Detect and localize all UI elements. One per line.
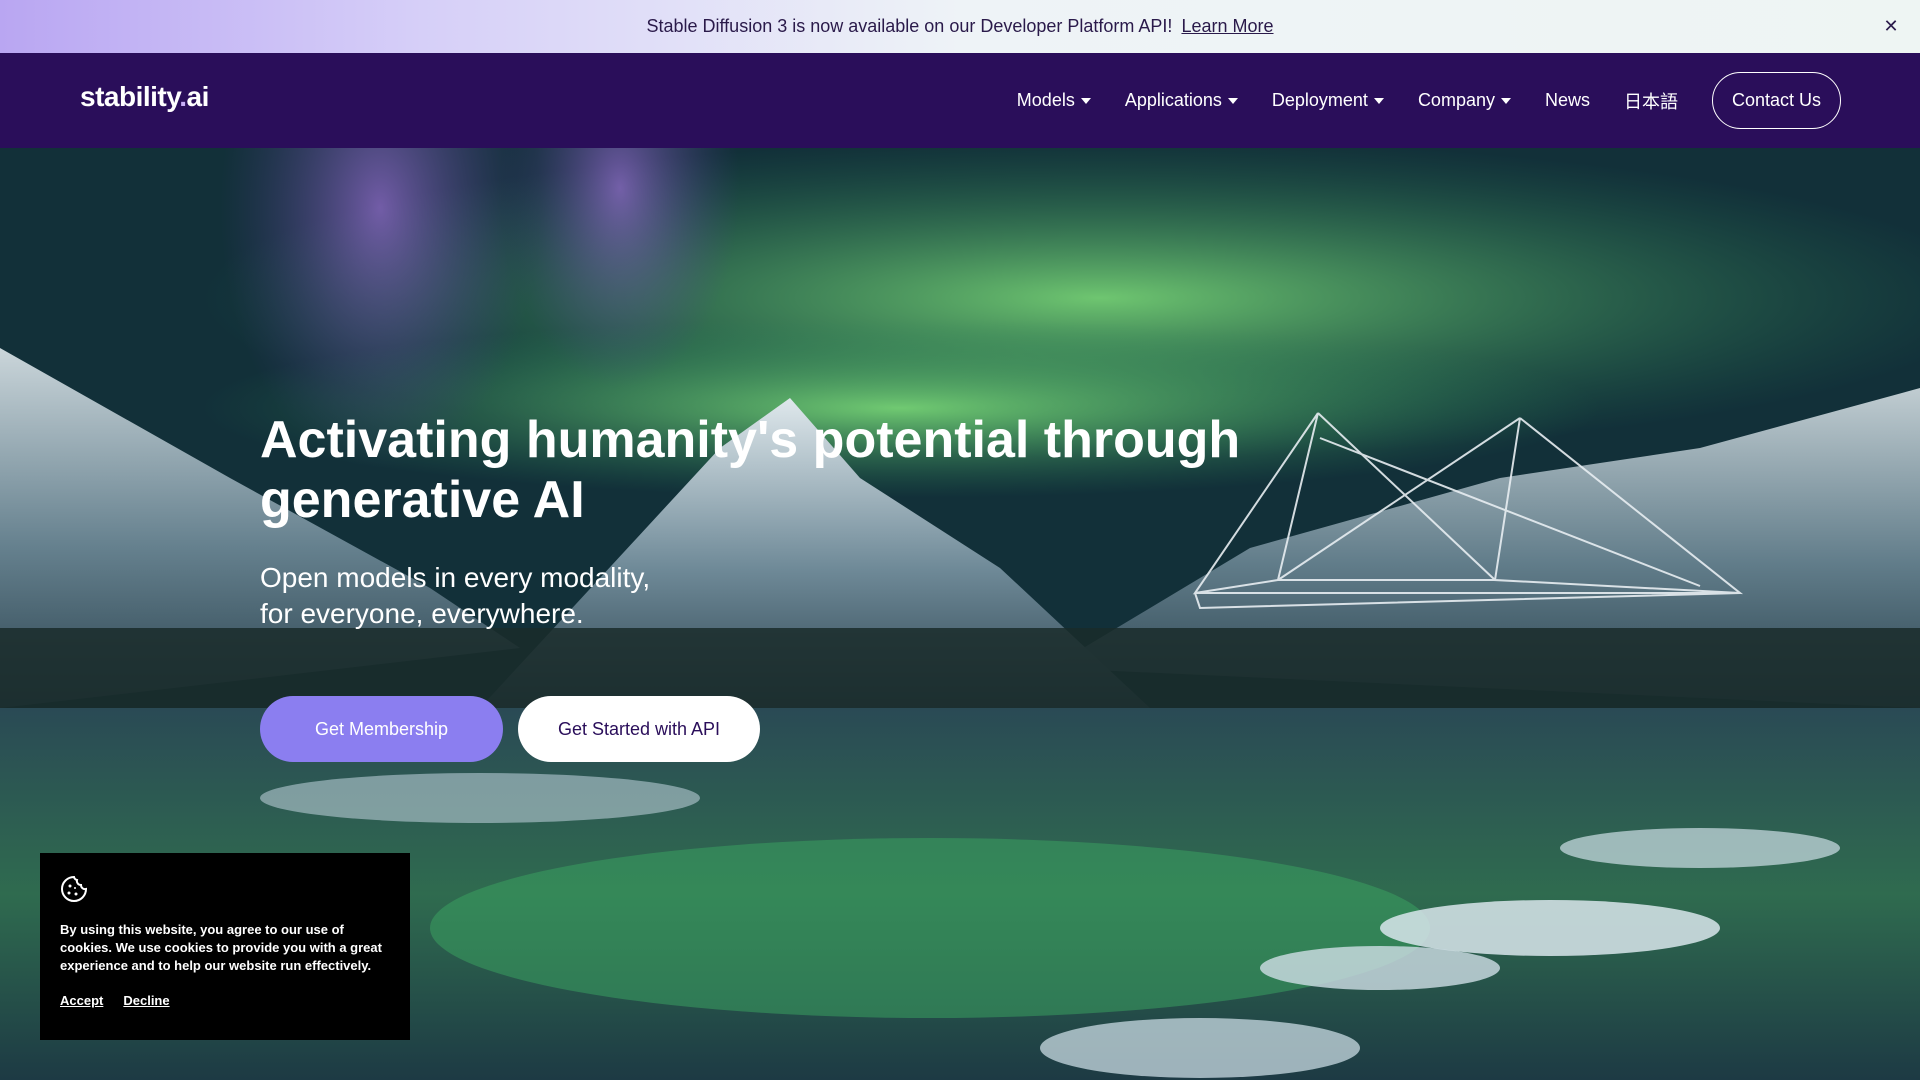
- nav-item-models[interactable]: Models: [1017, 90, 1091, 111]
- announcement-text: Stable Diffusion 3 is now available on o…: [646, 16, 1173, 36]
- top-navigation: stability.ai Models Applications Deploym…: [0, 53, 1920, 148]
- cookie-actions: Accept Decline: [60, 993, 390, 1008]
- nav-item-label: Company: [1417, 90, 1495, 110]
- nav-item-label: 日本語: [1624, 91, 1678, 112]
- get-membership-button[interactable]: Get Membership: [260, 696, 503, 762]
- hero-subhead: Open models in every modality, for every…: [260, 560, 860, 632]
- nav-item-label: Models: [1016, 90, 1075, 110]
- close-icon[interactable]: ✕: [1880, 15, 1902, 37]
- get-started-api-button[interactable]: Get Started with API: [518, 696, 760, 762]
- nav-item-label: Deployment: [1271, 90, 1368, 110]
- decline-cookies-button[interactable]: Decline: [123, 993, 169, 1008]
- nav-item-news[interactable]: News: [1545, 90, 1590, 111]
- chevron-down-icon: [1227, 97, 1238, 104]
- cookie-icon: [61, 875, 88, 902]
- nav-item-label: News: [1544, 90, 1590, 110]
- nav-item-applications[interactable]: Applications: [1125, 90, 1238, 111]
- accept-cookies-button[interactable]: Accept: [60, 993, 103, 1008]
- chevron-down-icon: [1080, 97, 1091, 104]
- announcement-text-wrap: Stable Diffusion 3 is now available on o…: [646, 16, 1273, 37]
- nav-item-company[interactable]: Company: [1418, 90, 1511, 111]
- chevron-down-icon: [1373, 97, 1384, 104]
- logo[interactable]: stability.ai: [80, 81, 209, 113]
- announcement-bar: Stable Diffusion 3 is now available on o…: [0, 0, 1920, 53]
- cookie-text: By using this website, you agree to our …: [60, 922, 382, 973]
- logo-dot: .: [179, 81, 187, 112]
- cookie-banner: By using this website, you agree to our …: [40, 853, 410, 1040]
- nav-item-japanese[interactable]: 日本語: [1624, 88, 1678, 114]
- chevron-down-icon: [1500, 97, 1511, 104]
- learn-more-link[interactable]: Learn More: [1181, 16, 1273, 36]
- contact-us-button[interactable]: Contact Us: [1712, 72, 1841, 129]
- hero-subhead-line-1: Open models in every modality,: [260, 562, 651, 593]
- logo-end: ai: [186, 81, 210, 112]
- nav-items: Models Applications Deployment Company N…: [1017, 53, 1841, 148]
- logo-main: stability: [80, 81, 180, 112]
- hero-headline: Activating humanity's potential through …: [260, 411, 1241, 529]
- nav-item-deployment[interactable]: Deployment: [1272, 90, 1384, 111]
- nav-item-label: Applications: [1124, 90, 1222, 110]
- hero-subhead-line-2: for everyone, everywhere.: [260, 598, 584, 629]
